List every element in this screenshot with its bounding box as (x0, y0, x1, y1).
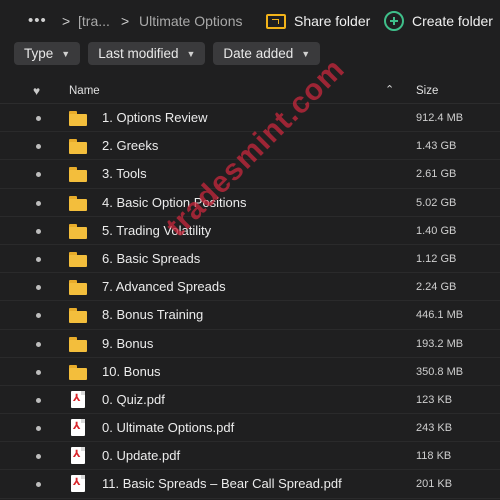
table-row[interactable]: 9. Bonus 193.2 MB (0, 330, 500, 358)
favorite-dot-icon[interactable] (36, 228, 41, 234)
table-header: ♥ Name ⌃ Size (0, 80, 500, 104)
file-name[interactable]: 10. Bonus (102, 364, 161, 379)
table-row[interactable]: ⅄ 0. Quiz.pdf 123 KB (0, 386, 500, 415)
file-size: 1.40 GB (416, 224, 457, 237)
table-row[interactable]: 10. Bonus 350.8 MB (0, 358, 500, 386)
file-name[interactable]: 0. Ultimate Options.pdf (102, 420, 234, 435)
file-list: 1. Options Review 912.4 MB 2. Greeks 1.43 G… (0, 104, 500, 499)
file-size: 2.61 GB (416, 168, 457, 181)
file-size: 193.2 MB (416, 337, 464, 350)
table-row[interactable]: 5. Trading Volatility 1.40 GB (0, 217, 500, 245)
pdf-file-icon: ⅄ (69, 390, 87, 408)
favorite-dot-icon[interactable] (36, 200, 41, 206)
file-size: 446.1 MB (416, 309, 464, 322)
file-name[interactable]: 11. Basic Spreads – Bear Call Spread.pdf (102, 476, 342, 491)
filter-bar: Type ▼ Last modified ▼ Date added ▼ (14, 42, 321, 66)
chevron-right-icon: > (121, 13, 130, 29)
file-name[interactable]: 7. Advanced Spreads (102, 279, 226, 294)
file-name[interactable]: 8. Bonus Training (102, 307, 203, 322)
column-header-size[interactable]: Size (416, 85, 438, 97)
pdf-file-icon: ⅄ (69, 419, 87, 437)
file-size: 201 KB (416, 478, 453, 491)
breadcrumb-current: Ultimate Options (139, 13, 243, 29)
file-name[interactable]: 6. Basic Spreads (102, 251, 200, 266)
file-size: 912.4 MB (416, 112, 464, 124)
breadcrumb-parent[interactable]: [tra... (78, 13, 110, 29)
table-row[interactable]: 3. Tools 2.61 GB (0, 160, 500, 189)
top-bar: ••• > [tra... > Ultimate Options Share f… (0, 0, 500, 42)
folder-icon (69, 223, 87, 239)
file-name[interactable]: 3. Tools (102, 166, 147, 181)
file-size: 243 KB (416, 422, 453, 435)
chevron-down-icon: ▼ (301, 48, 311, 59)
share-folder-button[interactable]: Share folder (266, 10, 370, 32)
filter-last-modified[interactable]: Last modified ▼ (88, 42, 206, 65)
folder-icon (69, 166, 87, 183)
table-row[interactable]: 1. Options Review 912.4 MB (0, 104, 500, 133)
favorite-dot-icon[interactable] (36, 341, 41, 347)
filter-type[interactable]: Type ▼ (14, 42, 81, 65)
share-folder-label: Share folder (294, 13, 371, 29)
folder-icon (69, 336, 87, 352)
column-header-name[interactable]: Name (69, 85, 100, 97)
folder-icon (69, 251, 87, 267)
folder-icon (69, 195, 87, 211)
file-size: 1.12 GB (416, 252, 457, 265)
plus-circle-icon (384, 11, 404, 31)
table-row[interactable]: 8. Bonus Training 446.1 MB (0, 301, 500, 330)
filter-label: Last modified (98, 46, 179, 61)
filter-label: Date added (223, 46, 294, 61)
favorite-dot-icon[interactable] (36, 454, 41, 460)
file-size: 118 KB (416, 450, 452, 463)
chevron-right-icon: > (62, 13, 71, 29)
favorite-dot-icon[interactable] (36, 313, 41, 319)
pdf-file-icon: ⅄ (69, 447, 87, 465)
create-folder-button[interactable]: Create folder (384, 10, 493, 32)
chevron-down-icon: ▼ (61, 48, 71, 59)
favorite-dot-icon[interactable] (36, 397, 41, 403)
table-row[interactable]: ⅄ 0. Update.pdf 118 KB (0, 442, 500, 471)
table-row[interactable]: 2. Greeks 1.43 GB (0, 132, 500, 161)
table-row[interactable]: 4. Basic Option Positions 5.02 GB (0, 189, 500, 217)
folder-icon (69, 364, 87, 380)
favorite-dot-icon[interactable] (36, 144, 41, 150)
table-row[interactable]: ⅄ 0. Ultimate Options.pdf 243 KB (0, 414, 500, 443)
favorite-dot-icon[interactable] (36, 256, 41, 262)
create-folder-label: Create folder (412, 13, 493, 29)
file-size: 1.43 GB (416, 140, 457, 153)
filter-label: Type (24, 46, 54, 61)
share-folder-icon (266, 13, 286, 29)
folder-icon (69, 307, 87, 324)
more-options-icon[interactable]: ••• (28, 12, 47, 30)
file-name[interactable]: 2. Greeks (102, 138, 158, 153)
file-name[interactable]: 4. Basic Option Positions (102, 195, 247, 210)
file-size: 350.8 MB (416, 365, 464, 378)
table-row[interactable]: 7. Advanced Spreads 2.24 GB (0, 273, 500, 302)
file-name[interactable]: 0. Quiz.pdf (102, 392, 165, 407)
file-size: 5.02 GB (416, 196, 457, 209)
filter-date-added[interactable]: Date added ▼ (213, 42, 321, 65)
favorite-dot-icon[interactable] (36, 369, 41, 375)
pdf-file-icon: ⅄ (69, 475, 87, 493)
heart-icon[interactable]: ♥ (33, 84, 40, 98)
folder-icon (69, 279, 87, 296)
favorite-dot-icon[interactable] (36, 116, 41, 121)
folder-icon (69, 110, 87, 126)
chevron-up-icon[interactable]: ⌃ (385, 83, 394, 96)
file-name[interactable]: 1. Options Review (102, 110, 208, 125)
file-name[interactable]: 9. Bonus (102, 336, 153, 351)
favorite-dot-icon[interactable] (36, 482, 41, 488)
favorite-dot-icon[interactable] (36, 426, 41, 432)
folder-icon (69, 138, 87, 155)
chevron-down-icon: ▼ (186, 48, 196, 59)
favorite-dot-icon[interactable] (36, 285, 41, 291)
file-size: 2.24 GB (416, 281, 457, 294)
table-row[interactable]: ⅄ 11. Basic Spreads – Bear Call Spread.pd… (0, 470, 500, 499)
file-name[interactable]: 5. Trading Volatility (102, 223, 211, 238)
table-row[interactable]: 6. Basic Spreads 1.12 GB (0, 245, 500, 274)
favorite-dot-icon[interactable] (36, 172, 41, 178)
file-name[interactable]: 0. Update.pdf (102, 448, 180, 463)
file-size: 123 KB (416, 393, 453, 406)
